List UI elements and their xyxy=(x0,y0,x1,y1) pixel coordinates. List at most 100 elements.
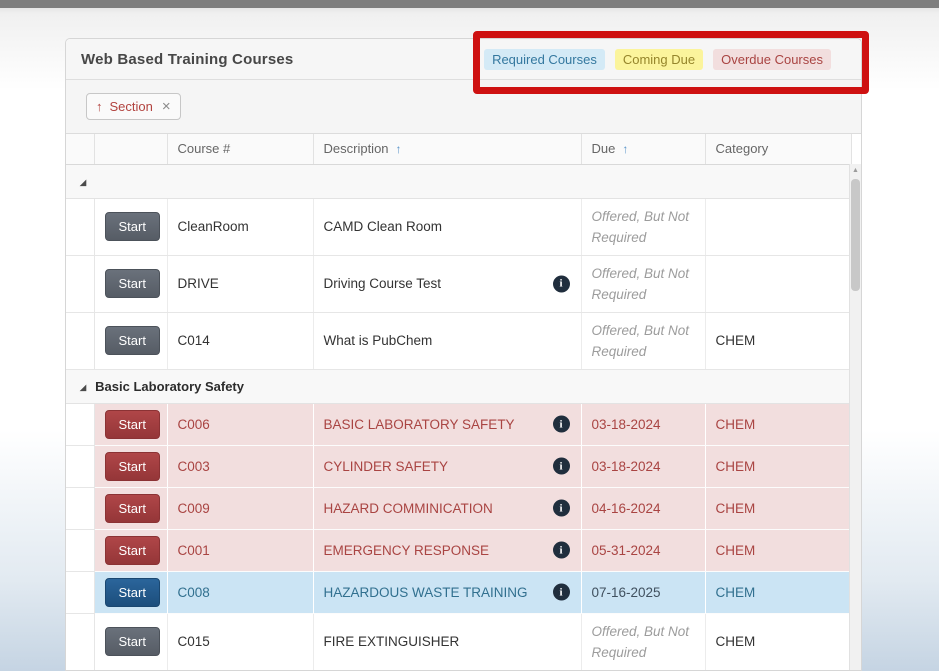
row-action-cell: Start xyxy=(94,613,167,670)
col-category[interactable]: Category xyxy=(705,134,851,164)
vertical-scrollbar[interactable]: ▲ xyxy=(849,164,861,671)
col-due[interactable]: Due ↑ xyxy=(581,134,705,164)
collapse-group-icon[interactable]: ◢ xyxy=(80,383,86,392)
start-course-button[interactable]: Start xyxy=(105,212,160,241)
category-cell: CHEM xyxy=(705,529,851,571)
info-icon[interactable]: i xyxy=(553,416,570,433)
course-description: BASIC LABORATORY SAFETY xyxy=(324,417,515,432)
course-row[interactable]: StartC009 HAZARD COMMINICATION i 04-16-2024… xyxy=(66,487,851,529)
due-date-cell: Offered, But Not Required xyxy=(581,312,705,369)
course-description: CAMD Clean Room xyxy=(324,219,443,234)
courses-table: Course # Description ↑ Due ↑ Category ◢ Sta… xyxy=(66,134,852,671)
course-description-cell: CYLINDER SAFETY i xyxy=(313,445,581,487)
course-row[interactable]: StartC014 What is PubChem Offered, But Not… xyxy=(66,312,851,369)
course-number-cell: C009 xyxy=(167,487,313,529)
course-description: What is PubChem xyxy=(324,333,433,348)
group-title: Basic Laboratory Safety xyxy=(95,379,244,394)
course-row[interactable]: StartC015 FIRE EXTINGUISHER Offered, But N… xyxy=(66,613,851,670)
sort-asc-icon: ↑ xyxy=(622,142,628,156)
col-description-label: Description xyxy=(324,141,389,156)
row-action-cell: Start xyxy=(94,529,167,571)
sort-asc-icon: ↑ xyxy=(396,142,402,156)
start-course-button[interactable]: Start xyxy=(105,452,160,481)
row-action-cell: Start xyxy=(94,403,167,445)
info-icon[interactable]: i xyxy=(553,458,570,475)
col-description[interactable]: Description ↑ xyxy=(313,134,581,164)
row-indent-cell xyxy=(66,571,94,613)
due-date-cell: Offered, But Not Required xyxy=(581,613,705,670)
course-number-cell: C014 xyxy=(167,312,313,369)
legend-coming-due[interactable]: Coming Due xyxy=(615,49,703,70)
group-row: ◢ Basic Laboratory Safety xyxy=(66,369,851,403)
chip-label: Section xyxy=(110,99,153,114)
due-date-cell: 05-31-2024 xyxy=(581,529,705,571)
due-date-cell: 03-18-2024 xyxy=(581,403,705,445)
courses-grid: Course # Description ↑ Due ↑ Category ◢ Sta… xyxy=(66,134,861,671)
course-description-cell: Driving Course Test i xyxy=(313,255,581,312)
course-description-cell: HAZARD COMMINICATION i xyxy=(313,487,581,529)
course-description-cell: BASIC LABORATORY SAFETY i xyxy=(313,403,581,445)
col-course-number-label: Course # xyxy=(178,141,231,156)
row-indent-cell xyxy=(66,613,94,670)
collapse-group-icon[interactable]: ◢ xyxy=(80,178,86,187)
training-courses-panel: Web Based Training Courses Required Cour… xyxy=(65,38,862,671)
panel-header: Web Based Training Courses Required Cour… xyxy=(66,39,861,80)
legend-required-courses[interactable]: Required Courses xyxy=(484,49,605,70)
info-icon[interactable]: i xyxy=(553,275,570,292)
row-action-cell: Start xyxy=(94,198,167,255)
start-course-button[interactable]: Start xyxy=(105,326,160,355)
start-course-button[interactable]: Start xyxy=(105,269,160,298)
start-course-button[interactable]: Start xyxy=(105,536,160,565)
course-description: CYLINDER SAFETY xyxy=(324,459,449,474)
course-number-cell: C003 xyxy=(167,445,313,487)
start-course-button[interactable]: Start xyxy=(105,494,160,523)
group-cell: ◢ Basic Laboratory Safety xyxy=(66,369,851,403)
course-row[interactable]: StartDRIVEDriving Course TestiOffered, B… xyxy=(66,255,851,312)
row-indent-cell xyxy=(66,312,94,369)
category-cell: CHEM xyxy=(705,613,851,670)
start-course-button[interactable]: Start xyxy=(105,627,160,656)
section-group-chip[interactable]: ↑ Section × xyxy=(86,93,181,120)
row-action-cell: Start xyxy=(94,571,167,613)
due-date-cell: 04-16-2024 xyxy=(581,487,705,529)
group-row: ◢ xyxy=(66,164,851,198)
due-date-cell: Offered, But Not Required xyxy=(581,198,705,255)
start-course-button[interactable]: Start xyxy=(105,410,160,439)
course-row[interactable]: StartC001 EMERGENCY RESPONSE i 05-31-2024CH… xyxy=(66,529,851,571)
course-row[interactable]: StartC003CYLINDER SAFETYi03-18-2024CHEM xyxy=(66,445,851,487)
row-action-cell: Start xyxy=(94,312,167,369)
course-number-cell: C001 xyxy=(167,529,313,571)
course-description: Driving Course Test xyxy=(324,276,442,291)
category-cell: CHEM xyxy=(705,403,851,445)
course-number-cell: C006 xyxy=(167,403,313,445)
scrollbar-thumb[interactable] xyxy=(851,179,860,291)
course-number-cell: CleanRoom xyxy=(167,198,313,255)
chip-close-icon[interactable]: × xyxy=(162,101,171,112)
row-indent-cell xyxy=(66,403,94,445)
row-action-cell: Start xyxy=(94,445,167,487)
category-cell xyxy=(705,198,851,255)
start-course-button[interactable]: Start xyxy=(105,578,160,607)
sort-ascending-icon: ↑ xyxy=(96,99,103,114)
course-description: FIRE EXTINGUISHER xyxy=(324,634,460,649)
info-icon[interactable]: i xyxy=(553,584,570,601)
col-due-label: Due xyxy=(592,141,616,156)
course-description: EMERGENCY RESPONSE xyxy=(324,543,490,558)
grouping-toolbar: ↑ Section × xyxy=(66,80,861,134)
course-number-cell: C015 xyxy=(167,613,313,670)
scrollbar-up-icon[interactable]: ▲ xyxy=(850,164,861,177)
col-course-number[interactable]: Course # xyxy=(167,134,313,164)
due-date-cell: Offered, But Not Required xyxy=(581,255,705,312)
category-cell: CHEM xyxy=(705,487,851,529)
legend-overdue-courses[interactable]: Overdue Courses xyxy=(713,49,831,70)
row-action-cell: Start xyxy=(94,487,167,529)
info-icon[interactable]: i xyxy=(553,500,570,517)
page-title: Web Based Training Courses xyxy=(81,51,293,68)
top-bar xyxy=(0,0,939,8)
course-row[interactable]: StartC008HAZARDOUS WASTE TRAININGi07-16-… xyxy=(66,571,851,613)
course-row[interactable]: StartCleanRoom CAMD Clean Room Offered, Bu… xyxy=(66,198,851,255)
course-description: HAZARD COMMINICATION xyxy=(324,501,493,516)
category-cell: CHEM xyxy=(705,445,851,487)
info-icon[interactable]: i xyxy=(553,542,570,559)
course-row[interactable]: StartC006 BASIC LABORATORY SAFETY i 03-18-2… xyxy=(66,403,851,445)
